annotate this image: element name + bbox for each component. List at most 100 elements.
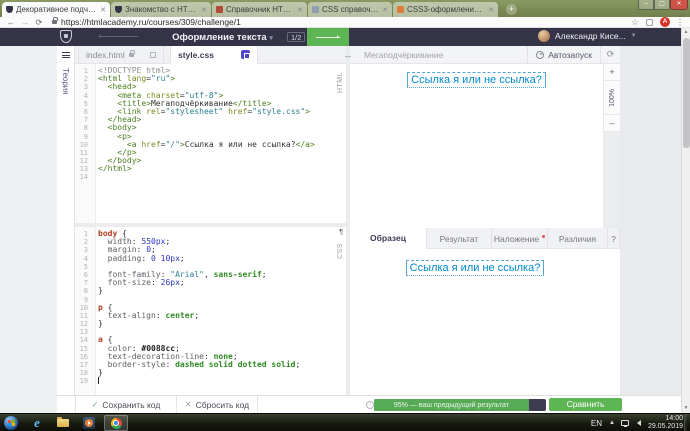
browser-tab-3[interactable]: Справочник HTML5 от Трепач ✕	[212, 2, 307, 17]
next-task-button[interactable]	[307, 28, 349, 46]
code-line[interactable]: 17 border-style: dashed solid dotted sol…	[75, 361, 346, 369]
checkbox-icon[interactable]	[150, 52, 156, 58]
tab-close-icon[interactable]: ✕	[201, 6, 207, 14]
file-explorer-icon[interactable]	[52, 416, 74, 430]
code-line[interactable]: 11 text-align: center;	[75, 312, 346, 320]
zoom-controls: + 100% –	[603, 64, 620, 132]
pilcrow-icon[interactable]: ¶	[339, 229, 343, 236]
compare-button[interactable]: Сравнить	[549, 398, 622, 411]
html-editor[interactable]: 1<!DOCTYPE html>2<html lang="ru">3 <head…	[75, 64, 346, 223]
browser-tab-1[interactable]: Декоративное подчёркивани ✕	[2, 2, 110, 17]
internet-explorer-icon[interactable]: e	[26, 416, 48, 430]
theory-tab[interactable]: Теория	[61, 68, 70, 95]
line-number: 19	[75, 377, 92, 385]
tab-close-icon[interactable]: ✕	[297, 6, 303, 14]
code-line[interactable]: 13	[75, 328, 346, 336]
browser-tab-2[interactable]: Знакомство с HTML и CSS - Ку ✕	[111, 2, 211, 17]
extension-icon[interactable]	[646, 19, 653, 26]
network-icon[interactable]	[621, 420, 629, 426]
htmlacademy-favicon	[115, 6, 122, 13]
start-button[interactable]	[4, 416, 18, 430]
user-menu[interactable]: Александр Кисе... ▼	[538, 30, 637, 42]
line-number: 14	[75, 336, 92, 344]
language-indicator[interactable]: EN	[591, 419, 602, 428]
htmlacademy-logo-icon[interactable]	[60, 30, 72, 43]
show-desktop-button[interactable]	[684, 414, 687, 431]
tab-close-icon[interactable]: ✕	[488, 6, 494, 14]
browser-tab-4[interactable]: CSS справочник - свойства по ✕	[308, 2, 392, 17]
line-number: 4	[75, 255, 92, 263]
window-close-button[interactable]: ✕	[670, 0, 688, 10]
window-minimize-button[interactable]: –	[638, 0, 654, 10]
autorun-toggle[interactable]: Автозапуск	[527, 46, 600, 64]
code-line[interactable]: 13</html>	[75, 165, 346, 173]
refresh-preview-button[interactable]: ⟳	[600, 46, 620, 64]
file-tab-style-css[interactable]: style.css	[170, 46, 258, 64]
chrome-taskbar-button[interactable]	[104, 415, 128, 431]
code-line[interactable]: 12}	[75, 320, 346, 328]
tab-result[interactable]: Результат	[427, 228, 492, 249]
zoom-out-button[interactable]: –	[604, 115, 620, 132]
code-line[interactable]: 14	[75, 173, 346, 181]
line-number: 6	[75, 271, 92, 279]
windows-flag-icon	[7, 420, 14, 426]
bottom-action-bar: ✓ Сохранить код ✕ Сбросить код i 95% — в…	[57, 395, 681, 413]
theory-rail: Теория	[57, 46, 75, 395]
code-line[interactable]: 8}	[75, 287, 346, 295]
course-title[interactable]: Оформление текста ▾	[150, 32, 295, 43]
line-number: 13	[75, 165, 92, 173]
tab-overlay[interactable]: Наложение	[492, 228, 548, 249]
clock[interactable]: 14:00 29.05.2019	[648, 415, 683, 431]
browser-tab-5[interactable]: CSS3-оформление текста ✕	[393, 2, 498, 17]
code-line[interactable]: 4 padding: 0 10px;	[75, 255, 346, 263]
new-tab-button[interactable]: +	[506, 4, 517, 15]
reset-code-button[interactable]: ✕ Сбросить код	[177, 396, 258, 413]
code-line[interactable]: 19	[75, 377, 346, 385]
scroll-up-icon[interactable]: ▲	[682, 28, 690, 37]
media-player-icon[interactable]	[78, 416, 100, 430]
tab-diff[interactable]: Различия	[548, 228, 608, 249]
browser-menu-icon[interactable]: ⋮	[676, 18, 684, 27]
code-line[interactable]: 9	[75, 296, 346, 304]
css-editor[interactable]: 1body {2 width: 550px;3 margin: 0;4 padd…	[75, 227, 346, 395]
chrome-icon	[111, 418, 122, 429]
tray-expand-icon[interactable]: ▲	[609, 420, 615, 426]
scroll-down-icon[interactable]: ▼	[682, 404, 690, 413]
user-avatar	[538, 30, 550, 42]
chevron-down-icon: ▾	[269, 35, 273, 42]
code-line[interactable]: 18}	[75, 369, 346, 377]
line-number: 15	[75, 345, 92, 353]
panel-resize-icon[interactable]: ↔	[341, 49, 355, 61]
code-text: }	[92, 287, 103, 295]
line-number: 10	[75, 304, 92, 312]
page-scrollbar[interactable]: ▲ ▼	[681, 28, 690, 413]
zoom-in-button[interactable]: +	[604, 64, 620, 81]
tab-help[interactable]: ?	[608, 228, 620, 249]
file-tab-index-html[interactable]: index.html	[78, 46, 164, 64]
menu-icon[interactable]	[62, 52, 70, 58]
volume-icon[interactable]	[634, 420, 641, 426]
tab-close-icon[interactable]: ✕	[382, 6, 388, 14]
system-tray: EN ▲ 14:00 29.05.2019	[591, 414, 687, 431]
preview-link[interactable]: Ссылка я или не ссылка?	[407, 72, 546, 88]
prev-task-arrow-icon[interactable]	[98, 36, 138, 37]
format-code-icon[interactable]	[241, 50, 250, 59]
reload-icon[interactable]: ⟳	[32, 18, 46, 27]
tab-title: Знакомство с HTML и CSS - Ку	[125, 5, 198, 14]
bookmark-star-icon[interactable]: ☆	[631, 17, 639, 28]
profile-avatar[interactable]: A	[660, 17, 670, 27]
editor-file-tabs: index.html style.css	[75, 46, 346, 64]
tab-sample[interactable]: Образец	[350, 228, 427, 249]
forward-icon[interactable]: →	[18, 18, 32, 27]
scrollbar-thumb[interactable]	[683, 38, 690, 148]
window-maximize-button[interactable]: ▢	[654, 0, 670, 10]
info-icon[interactable]: i	[366, 401, 374, 409]
html-editor-badge: HTML	[337, 72, 344, 93]
tab-title: Справочник HTML5 от Трепач	[226, 5, 294, 14]
code-line[interactable]: 7 font-size: 26px;	[75, 279, 346, 287]
tab-close-icon[interactable]: ✕	[100, 6, 106, 14]
address-bar[interactable]: https://htmlacademy.ru/courses/309/chall…	[61, 17, 241, 27]
save-code-button[interactable]: ✓ Сохранить код	[75, 396, 177, 413]
back-icon[interactable]: ←	[4, 18, 18, 27]
line-number: 6	[75, 108, 92, 116]
